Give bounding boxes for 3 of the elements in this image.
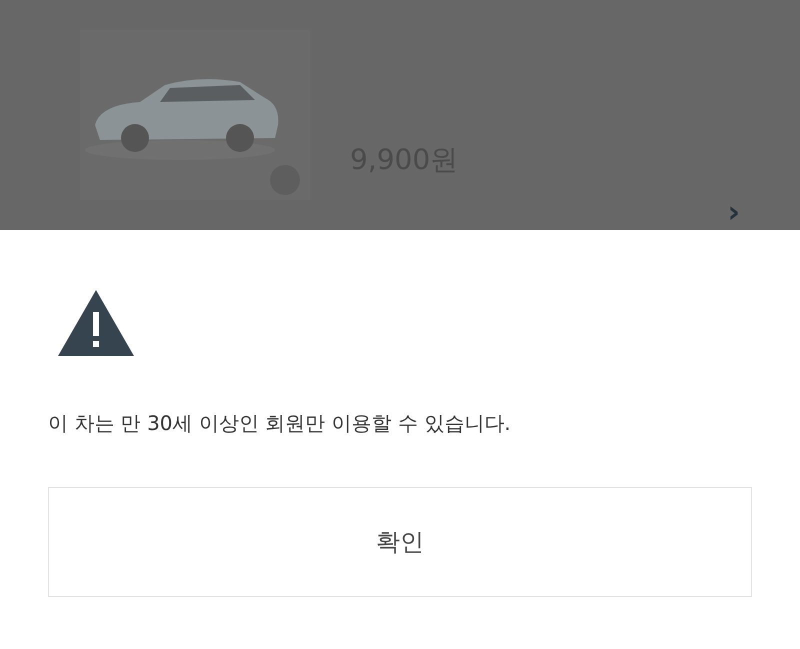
warning-message: 이 차는 만 30세 이상인 회원만 이용할 수 있습니다. (48, 410, 512, 437)
confirm-button[interactable]: 확인 (48, 487, 752, 597)
warning-icon (56, 288, 136, 358)
